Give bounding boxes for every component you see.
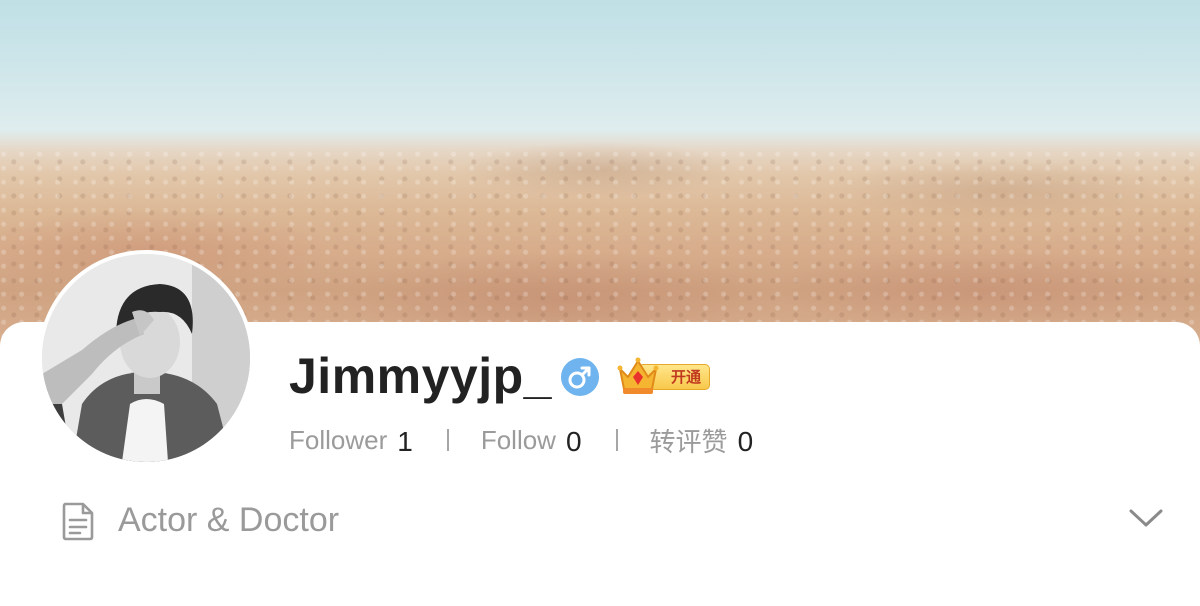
bio-row[interactable]: Actor & Doctor — [60, 496, 1170, 546]
follower-count[interactable]: 1 — [397, 426, 413, 458]
stats-divider — [615, 429, 618, 451]
follow-count[interactable]: 0 — [566, 426, 582, 458]
avatar[interactable] — [38, 250, 254, 466]
reposts-comments-likes-count[interactable]: 0 — [738, 426, 754, 458]
male-icon — [561, 358, 599, 396]
profile-screen: Jimmyyjp_ 开通 Follower 1 Follow 0 转评赞 0 A… — [0, 0, 1200, 606]
chevron-down-icon[interactable] — [1128, 506, 1164, 530]
stats-divider — [446, 429, 449, 451]
vip-label: 开通 — [671, 369, 702, 386]
document-icon — [62, 502, 94, 541]
follow-label[interactable]: Follow — [481, 425, 556, 456]
avatar-photo — [42, 254, 250, 462]
profile-stats: Follower 1 Follow 0 转评赞 0 — [289, 420, 753, 460]
crown-icon — [617, 357, 659, 394]
bio-text: Actor & Doctor — [118, 501, 340, 539]
username: Jimmyyjp_ — [289, 348, 552, 404]
vip-open-button[interactable]: 开通 — [616, 355, 716, 397]
follower-label[interactable]: Follower — [289, 425, 387, 456]
reposts-comments-likes-label[interactable]: 转评赞 — [650, 422, 728, 459]
